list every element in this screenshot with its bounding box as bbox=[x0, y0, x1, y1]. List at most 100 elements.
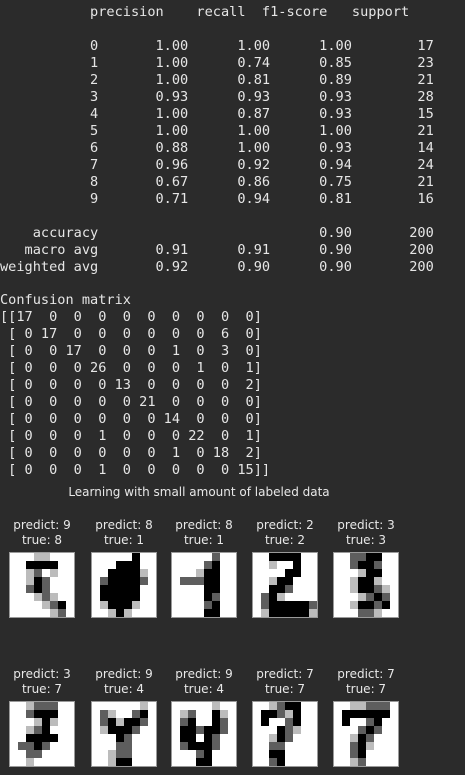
digit-pixel bbox=[66, 561, 74, 569]
digit-pixel bbox=[342, 569, 350, 577]
digit-pixel bbox=[116, 569, 124, 577]
digit-pixel bbox=[66, 734, 74, 742]
digit-image bbox=[171, 701, 237, 767]
digit-pixel bbox=[188, 726, 196, 734]
digit-pixel bbox=[390, 710, 398, 718]
digit-pixel bbox=[100, 609, 108, 617]
digit-pixel bbox=[58, 750, 66, 758]
digit-pixel bbox=[50, 561, 58, 569]
digit-pixel bbox=[382, 702, 390, 710]
digit-pixel bbox=[390, 609, 398, 617]
digit-pixel bbox=[34, 593, 42, 601]
digit-pixel bbox=[261, 585, 269, 593]
digit-pixel bbox=[390, 553, 398, 561]
digit-pixel bbox=[277, 593, 285, 601]
digit-pixel bbox=[124, 553, 132, 561]
digit-pixel bbox=[180, 710, 188, 718]
digit-image bbox=[9, 552, 75, 618]
digit-pixel bbox=[374, 734, 382, 742]
digit-image bbox=[91, 552, 157, 618]
digit-pixel bbox=[382, 569, 390, 577]
digit-pixel bbox=[140, 601, 148, 609]
matrix-row: [ 0 0 0 0 13 0 0 0 0 2] bbox=[0, 377, 262, 393]
digit-pixel bbox=[366, 601, 374, 609]
digit-pixel bbox=[285, 750, 293, 758]
digit-pixel bbox=[228, 750, 236, 758]
digit-pixel bbox=[253, 561, 261, 569]
digit-pixel bbox=[188, 758, 196, 766]
digit-pixel bbox=[220, 726, 228, 734]
digit-pixel bbox=[108, 726, 116, 734]
digit-pixel bbox=[253, 593, 261, 601]
digit-pixel bbox=[269, 561, 277, 569]
digit-pixel bbox=[269, 710, 277, 718]
digit-pixel bbox=[309, 577, 317, 585]
true-label: true: 8 bbox=[21, 533, 63, 547]
digit-pixel bbox=[180, 609, 188, 617]
digit-pixel bbox=[342, 718, 350, 726]
digit-pixel bbox=[108, 561, 116, 569]
digit-pixel bbox=[148, 593, 156, 601]
predict-label: predict: 9 bbox=[95, 667, 153, 681]
digit-pixel bbox=[172, 710, 180, 718]
digit-pixel bbox=[100, 710, 108, 718]
digit-pixel bbox=[309, 718, 317, 726]
digit-pixel bbox=[108, 734, 116, 742]
digit-pixel bbox=[334, 561, 342, 569]
digit-pixel bbox=[132, 742, 140, 750]
digit-pixel bbox=[228, 609, 236, 617]
digit-pixel bbox=[342, 561, 350, 569]
digit-pixel bbox=[204, 601, 212, 609]
digit-pixel bbox=[212, 577, 220, 585]
digit-pixel bbox=[285, 726, 293, 734]
digit-pixel bbox=[124, 585, 132, 593]
digit-pixel bbox=[58, 601, 66, 609]
digit-pixel bbox=[140, 750, 148, 758]
digit-pixel bbox=[261, 742, 269, 750]
digit-pixel bbox=[390, 726, 398, 734]
digit-pixel bbox=[18, 601, 26, 609]
digit-pixel bbox=[382, 561, 390, 569]
digit-pixel bbox=[382, 585, 390, 593]
digit-pixel bbox=[350, 609, 358, 617]
digit-pixel bbox=[220, 561, 228, 569]
digit-pixel bbox=[188, 734, 196, 742]
digit-pixel bbox=[334, 601, 342, 609]
digit-pixel bbox=[261, 609, 269, 617]
digit-pixel bbox=[180, 702, 188, 710]
digit-pixel bbox=[228, 734, 236, 742]
digit-pixel bbox=[148, 585, 156, 593]
digit-pixel bbox=[148, 742, 156, 750]
digit-pixel bbox=[285, 593, 293, 601]
digit-pixel bbox=[228, 758, 236, 766]
digit-pixel bbox=[366, 593, 374, 601]
predict-label: predict: 9 bbox=[13, 518, 71, 532]
digit-pixel bbox=[220, 569, 228, 577]
digit-pixel bbox=[116, 577, 124, 585]
report-row: macro avg 0.91 0.91 0.90 200 bbox=[0, 242, 434, 258]
digit-pixel bbox=[253, 734, 261, 742]
digit-pixel bbox=[100, 593, 108, 601]
digit-pixel bbox=[220, 577, 228, 585]
digit-pixel bbox=[148, 601, 156, 609]
digit-pixel bbox=[374, 726, 382, 734]
digit-pixel bbox=[269, 750, 277, 758]
digit-pixel bbox=[50, 569, 58, 577]
digit-pixel bbox=[116, 734, 124, 742]
digit-pixel bbox=[220, 601, 228, 609]
digit-pixel bbox=[293, 577, 301, 585]
digit-pixel bbox=[132, 577, 140, 585]
digit-pixel bbox=[92, 758, 100, 766]
report-header: precision recall f1-score support bbox=[0, 4, 410, 20]
digit-pixel bbox=[350, 561, 358, 569]
digit-pixel bbox=[285, 577, 293, 585]
digit-pixel bbox=[390, 742, 398, 750]
digit-pixel bbox=[301, 585, 309, 593]
digit-pixel bbox=[301, 561, 309, 569]
digit-pixel bbox=[18, 702, 26, 710]
digit-pixel bbox=[269, 593, 277, 601]
digit-pixel bbox=[342, 577, 350, 585]
digit-pixel bbox=[350, 750, 358, 758]
digit-pixel bbox=[100, 750, 108, 758]
digit-pixel bbox=[253, 742, 261, 750]
